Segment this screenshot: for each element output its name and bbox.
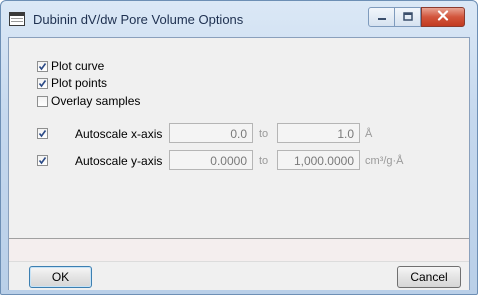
button-bar: OK Cancel bbox=[9, 261, 469, 290]
x-max-field[interactable]: 1.0 bbox=[277, 123, 360, 143]
y-to-label: to bbox=[259, 155, 269, 167]
status-strip bbox=[9, 239, 469, 261]
minimize-icon bbox=[377, 10, 387, 24]
title-bar[interactable]: Dubinin dV/dw Pore Volume Options bbox=[1, 1, 477, 37]
options-panel: Plot curve Plot points Overlay samples A… bbox=[9, 38, 469, 238]
ok-button[interactable]: OK bbox=[29, 266, 92, 288]
plot-curve-checkbox[interactable] bbox=[37, 60, 48, 72]
autoscale-y-checkbox[interactable] bbox=[37, 155, 48, 166]
x-to-label: to bbox=[259, 128, 269, 140]
plot-curve-label: Plot curve bbox=[51, 59, 105, 73]
y-unit-label: cm³/g·Å bbox=[365, 155, 404, 167]
close-icon bbox=[437, 10, 449, 24]
y-max-field[interactable]: 1,000.0000 bbox=[277, 150, 360, 170]
window-title: Dubinin dV/dw Pore Volume Options bbox=[33, 12, 244, 27]
overlay-samples-label: Overlay samples bbox=[51, 94, 141, 108]
plot-points-checkbox[interactable] bbox=[37, 77, 48, 89]
overlay-samples-checkbox[interactable] bbox=[37, 95, 48, 107]
x-unit-label: Å bbox=[365, 128, 373, 140]
plot-points-label: Plot points bbox=[51, 76, 108, 90]
plot-curve-option[interactable]: Plot curve bbox=[37, 59, 104, 73]
y-min-field[interactable]: 0.0000 bbox=[169, 150, 253, 170]
maximize-icon bbox=[402, 10, 413, 24]
autoscale-x-label: Autoscale x-axis bbox=[75, 127, 163, 141]
cancel-button[interactable]: Cancel bbox=[397, 266, 461, 288]
maximize-button[interactable] bbox=[394, 7, 421, 27]
overlay-samples-option[interactable]: Overlay samples bbox=[37, 94, 140, 108]
minimize-button[interactable] bbox=[368, 7, 395, 27]
dialog-window: Dubinin dV/dw Pore Volume Options Plot c… bbox=[0, 0, 478, 295]
plot-points-option[interactable]: Plot points bbox=[37, 76, 107, 90]
x-min-field[interactable]: 0.0 bbox=[169, 123, 253, 143]
autoscale-x-checkbox[interactable] bbox=[37, 128, 48, 139]
autoscale-y-label: Autoscale y-axis bbox=[75, 154, 163, 168]
close-button[interactable] bbox=[421, 7, 465, 27]
app-window-icon bbox=[9, 12, 25, 26]
dialog-content: Plot curve Plot points Overlay samples A… bbox=[8, 37, 470, 290]
